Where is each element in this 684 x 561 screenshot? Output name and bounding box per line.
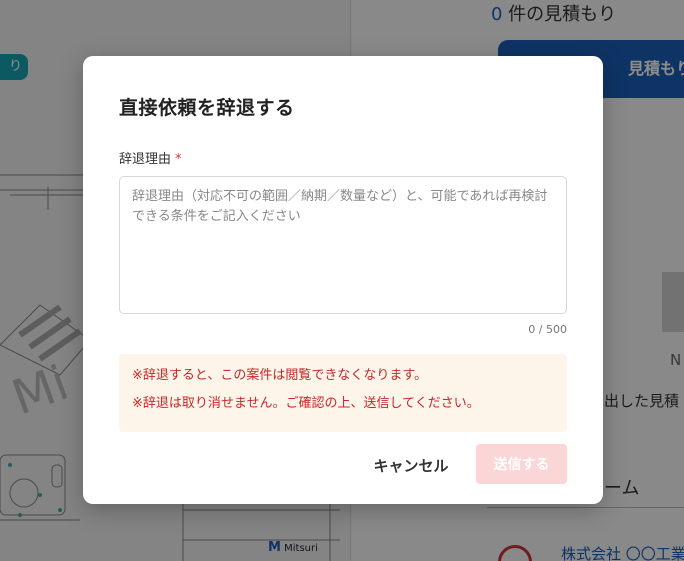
- decline-request-dialog: 直接依頼を辞退する 辞退理由* 0 / 500 ※辞退すると、この案件は閲覧でき…: [83, 56, 603, 504]
- warning-text-2: ※辞退は取り消せません。ご確認の上、送信してください。: [132, 396, 480, 411]
- submit-button[interactable]: 送信する: [476, 444, 567, 484]
- decline-reason-label-text: 辞退理由: [119, 152, 172, 167]
- decline-reason-input[interactable]: [119, 176, 567, 314]
- cancel-button[interactable]: キャンセル: [363, 448, 459, 482]
- warning-box: ※辞退すると、この案件は閲覧できなくなります。 ※辞退は取り消せません。ご確認の…: [119, 354, 567, 432]
- warning-text-1: ※辞退すると、この案件は閲覧できなくなります。: [132, 368, 428, 383]
- decline-reason-label: 辞退理由 *: [119, 148, 182, 167]
- required-mark: *: [175, 152, 182, 167]
- dialog-title: 直接依頼を辞退する: [119, 97, 295, 119]
- character-counter: 0 / 500: [528, 323, 567, 336]
